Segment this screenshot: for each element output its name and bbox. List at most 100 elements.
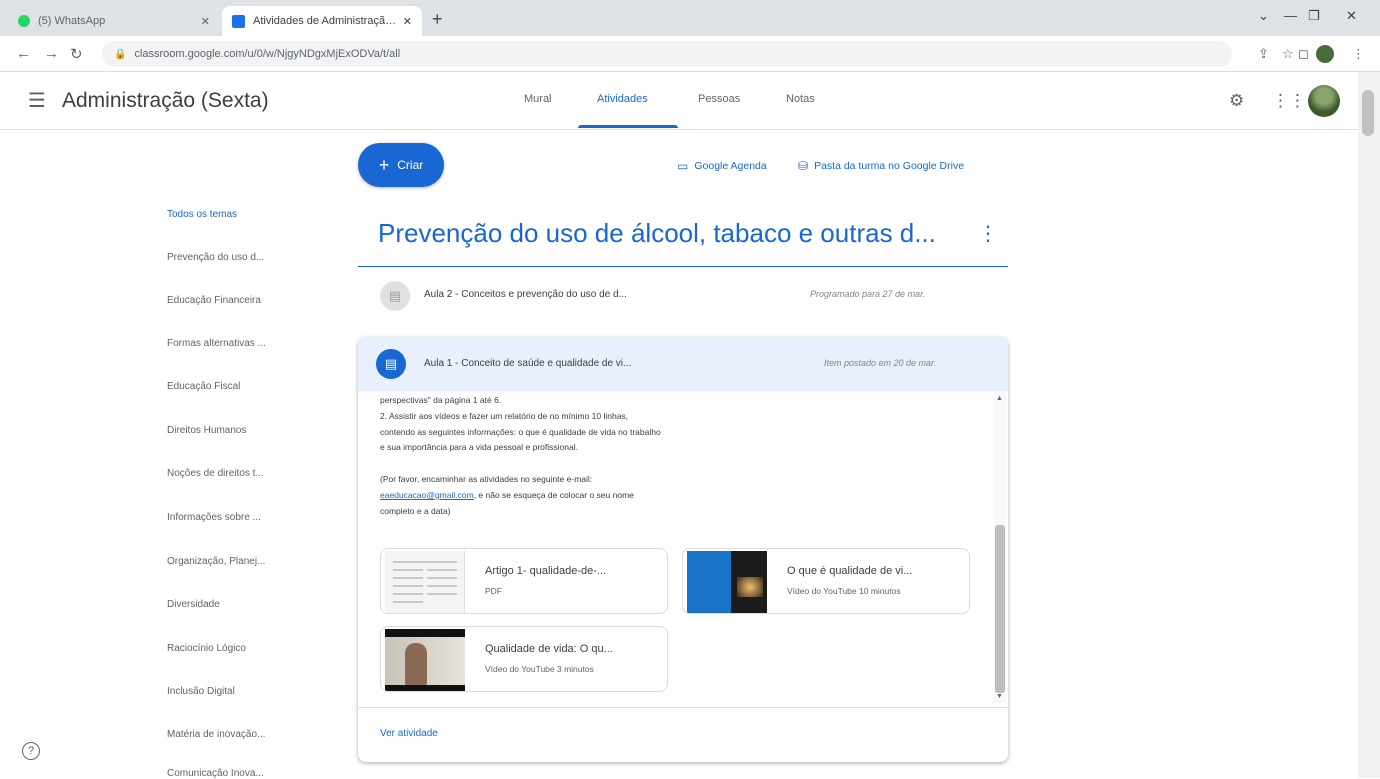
tab-pessoas[interactable]: Pessoas	[698, 93, 740, 105]
class-title[interactable]: Administração (Sexta)	[62, 89, 269, 113]
create-button[interactable]: + Criar	[358, 143, 444, 187]
hamburger-menu-icon[interactable]: ☰	[28, 88, 46, 113]
url-text: classroom.google.com/u/0/w/NjgyNDgxMjExO…	[134, 48, 401, 60]
description-line: completo e a data)	[380, 505, 451, 516]
description-line: 2. Assistir aos vídeos e fazer um relató…	[380, 410, 629, 421]
create-label: Criar	[397, 158, 424, 172]
topic-item[interactable]: Raciocínio Lógico	[167, 643, 246, 654]
help-icon[interactable]: ?	[22, 742, 40, 760]
new-tab-button[interactable]: +	[432, 9, 443, 30]
active-tab-indicator	[578, 125, 678, 128]
tab-title: (5) WhatsApp	[38, 15, 106, 27]
assignment-title: Aula 1 - Conceito de saúde e qualidade d…	[424, 358, 632, 369]
page-scrollbar[interactable]	[1358, 72, 1380, 778]
description-scrollbar-thumb[interactable]	[995, 525, 1005, 693]
assignment-icon: ▤	[380, 281, 410, 311]
assignment-row[interactable]: ▤ Aula 2 - Conceitos e prevenção do uso …	[358, 271, 1008, 321]
topic-item[interactable]: Informações sobre ...	[167, 512, 261, 523]
profile-icon[interactable]	[1316, 45, 1334, 63]
topic-item[interactable]: Comunicação Inova...	[167, 768, 264, 779]
address-bar: ← → ↻ 🔒 classroom.google.com/u/0/w/NjgyN…	[0, 36, 1380, 72]
card-divider	[358, 707, 1008, 708]
settings-icon[interactable]: ⚙	[1229, 91, 1244, 111]
star-icon[interactable]: ☆	[1282, 46, 1294, 62]
tab-title: Atividades de Administração (Se	[253, 15, 397, 27]
scroll-down-icon[interactable]: ▼	[996, 693, 1003, 700]
url-field[interactable]: 🔒 classroom.google.com/u/0/w/NjgyNDgxMjE…	[102, 41, 1232, 67]
calendar-link[interactable]: ▭ Google Agenda	[677, 159, 767, 173]
topic-item[interactable]: Inclusão Digital	[167, 686, 235, 697]
assignment-card-expanded: ▤ Aula 1 - Conceito de saúde e qualidade…	[358, 337, 1008, 762]
email-link[interactable]: eaeducacao@gmail.com	[380, 490, 474, 500]
restore-icon[interactable]: ❐	[1308, 8, 1320, 24]
sidepanel-icon[interactable]: ◻	[1298, 46, 1309, 62]
description-line: e sua importância para a vida pessoal e …	[380, 442, 578, 453]
drive-folder-link[interactable]: ⛁ Pasta da turma no Google Drive	[798, 159, 964, 173]
assignment-title: Aula 2 - Conceitos e prevenção do uso de…	[424, 289, 627, 300]
tab-notas[interactable]: Notas	[786, 93, 815, 105]
view-activity-link[interactable]: Ver atividade	[380, 728, 438, 739]
attachment-subtitle: Vídeo do YouTube 3 minutos	[485, 664, 594, 674]
topic-all[interactable]: Todos os temas	[167, 209, 237, 220]
attachment-subtitle: PDF	[485, 586, 502, 596]
attachment-video[interactable]: Qualidade de vida: O qu... Vídeo do YouT…	[380, 626, 668, 692]
description-line: contendo as seguintes informações: o que…	[380, 426, 661, 437]
plus-icon: +	[378, 154, 390, 175]
drive-link-label: Pasta da turma no Google Drive	[814, 160, 965, 172]
whatsapp-icon	[18, 15, 30, 27]
tab-mural[interactable]: Mural	[524, 93, 552, 105]
pdf-thumbnail	[385, 551, 465, 613]
topic-item[interactable]: Noções de direitos t...	[167, 468, 264, 479]
attachment-subtitle: Vídeo do YouTube 10 minutos	[787, 586, 901, 596]
lock-icon: 🔒	[114, 48, 127, 60]
close-icon[interactable]: ✕	[403, 15, 412, 28]
forward-icon[interactable]: →	[44, 45, 59, 62]
browser-tab-classroom[interactable]: Atividades de Administração (Se ✕	[222, 6, 422, 36]
topic-item[interactable]: Prevenção do uso d...	[167, 252, 264, 263]
attachment-video[interactable]: O que é qualidade de vi... Vídeo do YouT…	[682, 548, 970, 614]
topic-item[interactable]: Matéria de inovação...	[167, 729, 265, 740]
browser-tab-strip: (5) WhatsApp ✕ Atividades de Administraç…	[0, 0, 1380, 36]
topic-item[interactable]: Formas alternativas ...	[167, 338, 266, 349]
attachment-title: Artigo 1- qualidade-de-...	[485, 565, 607, 577]
topic-item[interactable]: Organização, Planej...	[167, 556, 265, 567]
assignment-description: perspectivas" da página 1 até 6. 2. Assi…	[380, 393, 990, 519]
description-line: (Por favor, encaminhar as atividades no …	[380, 473, 593, 484]
description-line: perspectivas" da página 1 até 6.	[380, 395, 502, 405]
classroom-icon	[232, 14, 245, 28]
attachment-pdf[interactable]: Artigo 1- qualidade-de-... PDF	[380, 548, 668, 614]
reload-icon[interactable]: ↻	[70, 45, 83, 63]
description-line: eaeducacao@gmail.com, e não se esqueça d…	[380, 488, 990, 504]
avatar[interactable]	[1308, 85, 1340, 117]
video-thumbnail	[687, 551, 767, 613]
topic-item[interactable]: Diversidade	[167, 599, 220, 610]
close-icon[interactable]: ✕	[201, 15, 210, 28]
chevron-down-icon[interactable]: ⌄	[1258, 8, 1269, 24]
topic-divider	[358, 266, 1008, 267]
attachment-title: O que é qualidade de vi...	[787, 565, 913, 577]
topic-heading: Prevenção do uso de álcool, tabaco e out…	[378, 218, 936, 248]
more-options-icon[interactable]: ⋮	[978, 221, 998, 246]
share-icon[interactable]: ⇪	[1258, 46, 1269, 62]
tab-atividades[interactable]: Atividades	[597, 93, 648, 105]
browser-tab-whatsapp[interactable]: (5) WhatsApp ✕	[8, 6, 220, 36]
assignment-meta: Item postado em 20 de mar.	[824, 358, 937, 368]
assignment-card-header[interactable]: ▤ Aula 1 - Conceito de saúde e qualidade…	[358, 337, 1008, 391]
scroll-up-icon[interactable]: ▲	[996, 395, 1003, 402]
classroom-header: ☰ Administração (Sexta) Mural Atividades…	[0, 72, 1358, 130]
back-icon[interactable]: ←	[16, 45, 31, 62]
calendar-link-label: Google Agenda	[694, 160, 767, 172]
minimize-icon[interactable]: —	[1284, 8, 1297, 23]
topic-item[interactable]: Educação Fiscal	[167, 381, 240, 392]
kebab-menu-icon[interactable]: ⋮	[1352, 46, 1365, 62]
page-scrollbar-thumb[interactable]	[1362, 90, 1374, 136]
video-thumbnail	[385, 629, 465, 691]
drive-icon: ⛁	[798, 159, 809, 173]
assignment-meta: Programado para 27 de mar.	[810, 289, 926, 299]
calendar-icon: ▭	[677, 159, 689, 173]
topic-item[interactable]: Educação Financeira	[167, 295, 261, 306]
attachment-title: Qualidade de vida: O qu...	[485, 643, 613, 655]
close-window-icon[interactable]: ✕	[1346, 8, 1357, 24]
topic-item[interactable]: Direitos Humanos	[167, 425, 246, 436]
